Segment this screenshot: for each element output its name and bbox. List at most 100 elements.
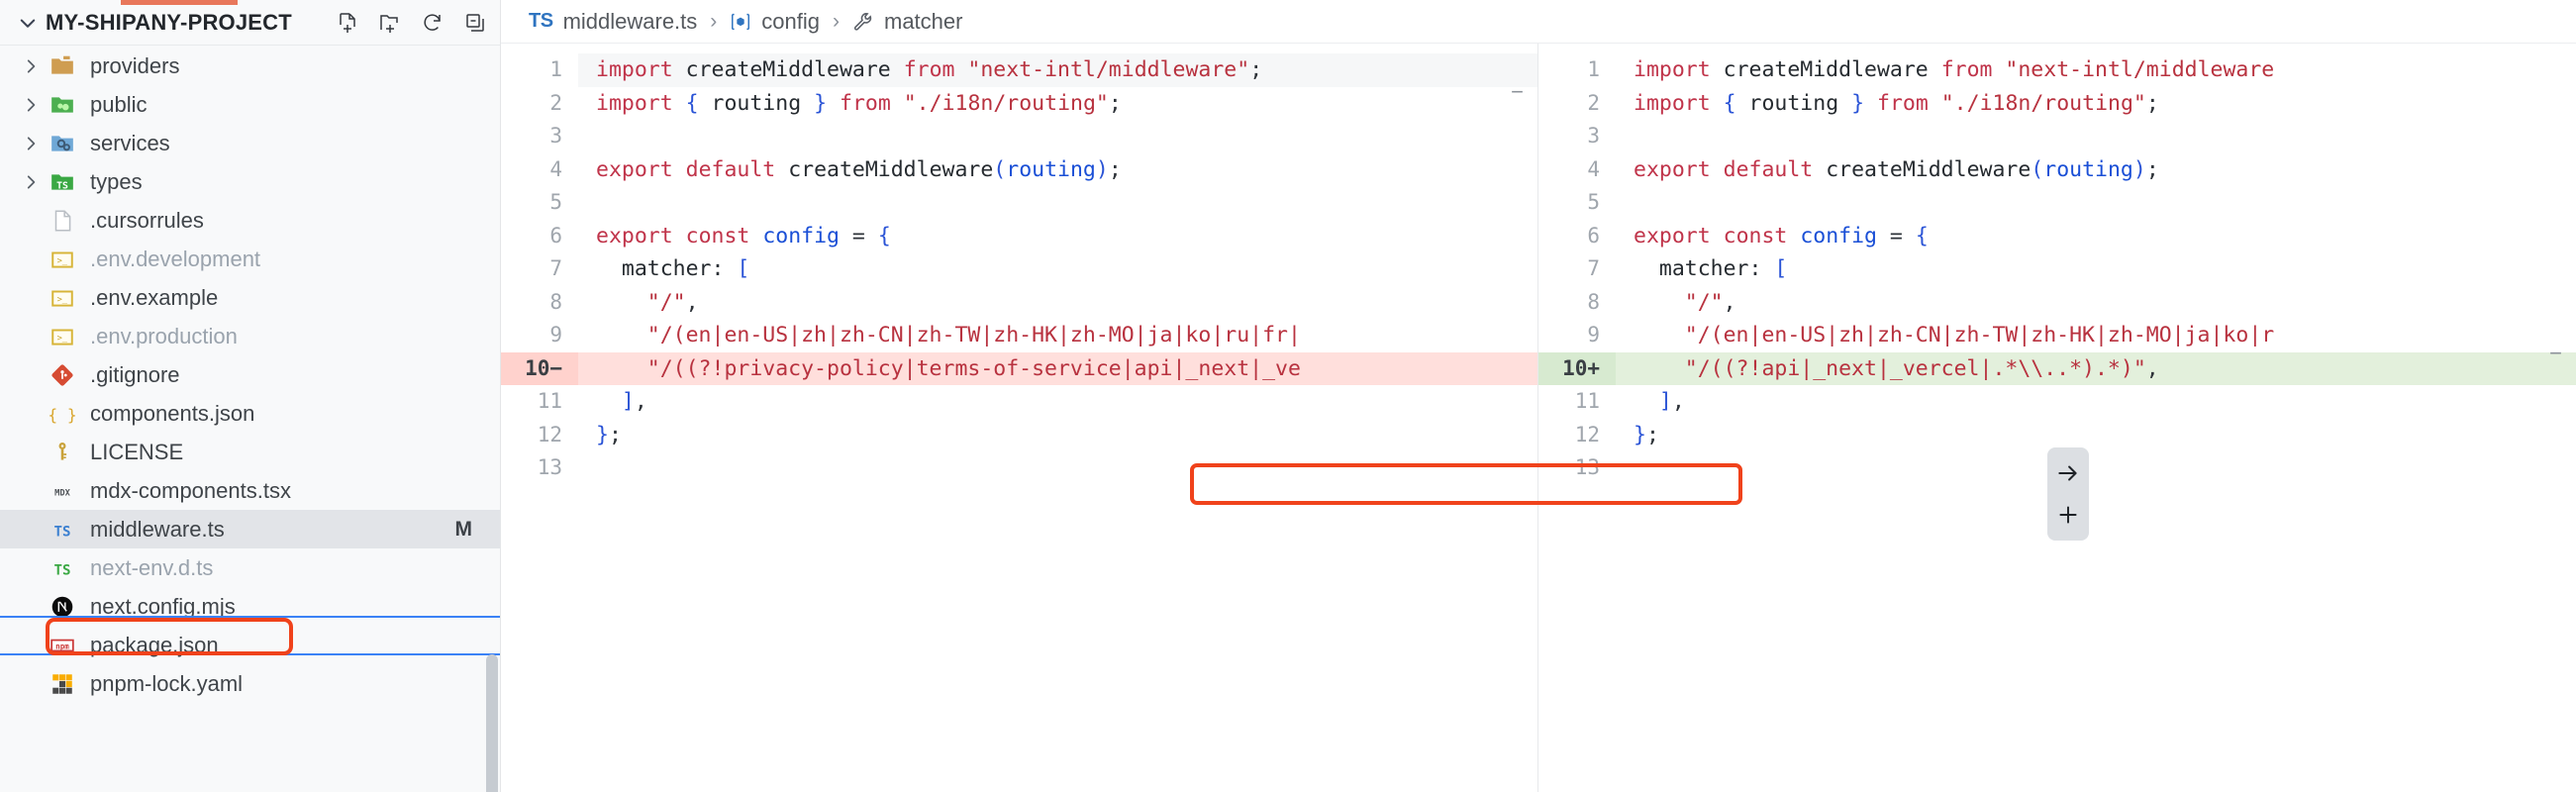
- tree-item-mdx-components-tsx[interactable]: MDX mdx-components.tsx: [0, 471, 500, 510]
- line-number: 12: [537, 422, 562, 446]
- line-number: 7: [1587, 256, 1600, 280]
- chevron-right-icon[interactable]: [18, 131, 44, 156]
- line-number: 12: [1574, 422, 1600, 446]
- file-tree[interactable]: providers public services TS types .cursorrul…: [0, 46, 500, 792]
- svg-text:TS: TS: [56, 180, 68, 191]
- fold-marker-right[interactable]: −: [2549, 341, 2562, 366]
- chevron-down-icon[interactable]: [14, 9, 42, 37]
- code-line[interactable]: 7 matcher: [: [1538, 252, 2576, 286]
- code-line[interactable]: 8 "/",: [1538, 286, 2576, 320]
- tree-item-label: middleware.ts: [90, 516, 225, 542]
- new-file-icon[interactable]: [333, 8, 362, 38]
- breadcrumb-item-matcher[interactable]: matcher: [852, 9, 962, 35]
- vscode-window: MY-SHIPANY-PROJECT providers public servic…: [0, 0, 2576, 792]
- line-number: 10+: [1538, 351, 1616, 385]
- chevron-right-icon[interactable]: [18, 169, 44, 195]
- code-line[interactable]: 11 ],: [1538, 385, 2576, 419]
- diff-change-actions: [2047, 447, 2089, 541]
- tree-item-label: .env.example: [90, 284, 219, 310]
- breadcrumb-item-config[interactable]: config: [730, 9, 820, 35]
- npm-icon: npm: [48, 631, 77, 660]
- code-line[interactable]: 9 "/(en|en-US|zh|zh-CN|zh-TW|zh-HK|zh-MO…: [1538, 319, 2576, 352]
- tree-item-label: public: [90, 91, 148, 117]
- code-line[interactable]: 2 import { routing } from "./i18n/routing…: [1538, 87, 2576, 121]
- tree-item-next-env-d-ts[interactable]: TS next-env.d.ts: [0, 548, 500, 587]
- tree-item-middleware-ts[interactable]: TS middleware.ts M: [0, 510, 500, 548]
- code-line[interactable]: 2 import { routing } from "./i18n/routing…: [501, 87, 1537, 121]
- tree-item-pnpm-lock-yaml[interactable]: pnpm-lock.yaml: [0, 664, 500, 703]
- chevron-right-icon[interactable]: [18, 53, 44, 79]
- code-line[interactable]: 3: [501, 120, 1537, 153]
- accent-bar: [121, 0, 238, 5]
- folder-services-icon: [48, 129, 77, 158]
- collapse-all-icon[interactable]: [460, 8, 490, 38]
- code-line[interactable]: 1 import createMiddleware from "next-intl…: [501, 53, 1537, 87]
- code-text: export default createMiddleware(routing)…: [1634, 156, 2159, 182]
- tree-item-env-development[interactable]: >_ .env.development: [0, 240, 500, 278]
- diff-pane-modified[interactable]: 1 import createMiddleware from "next-intl…: [1538, 44, 2576, 792]
- accept-change-arrow-icon[interactable]: [2049, 454, 2087, 492]
- breadcrumb-item-file[interactable]: TS middleware.ts: [529, 9, 697, 35]
- code-line[interactable]: 6 export const config = {: [1538, 220, 2576, 253]
- diff-pane-original[interactable]: 1 import createMiddleware from "next-intl…: [501, 44, 1538, 792]
- tree-item-public[interactable]: public: [0, 85, 500, 124]
- code-text: "/((?!privacy-policy|terms-of-service|ap…: [646, 355, 1301, 381]
- code-line[interactable]: 5: [501, 186, 1537, 220]
- env-icon: >_: [48, 283, 77, 313]
- tree-item-next-config-mjs[interactable]: next.config.mjs: [0, 587, 500, 626]
- code-line[interactable]: 1 import createMiddleware from "next-intl…: [1538, 53, 2576, 87]
- line-number: 5: [549, 190, 562, 214]
- env-icon: >_: [48, 322, 77, 351]
- code-text: export default createMiddleware(routing)…: [596, 156, 1122, 182]
- line-number: 6: [1587, 223, 1600, 248]
- new-folder-icon[interactable]: [375, 8, 405, 38]
- folder-public-icon: [48, 90, 77, 120]
- typescript-icon: TS: [48, 515, 77, 544]
- code-line[interactable]: 10− "/((?!privacy-policy|terms-of-servic…: [501, 351, 1537, 385]
- tree-item-label: types: [90, 168, 143, 194]
- code-line[interactable]: 6 export const config = {: [501, 220, 1537, 253]
- code-line[interactable]: 4 export default createMiddleware(routing…: [501, 153, 1537, 187]
- line-number: 13: [1574, 455, 1600, 479]
- line-number: 11: [1574, 389, 1600, 413]
- code-line[interactable]: 10+ "/((?!api|_next|_vercel|.*\\..*).*)"…: [1538, 351, 2576, 385]
- code-text: "/",: [1684, 289, 1736, 315]
- code-line[interactable]: 11 ],: [501, 385, 1537, 419]
- tree-item-package-json[interactable]: npm package.json: [0, 626, 500, 664]
- code-line[interactable]: 5: [1538, 186, 2576, 220]
- explorer-actions: [333, 8, 490, 38]
- wrench-property-icon: [852, 11, 874, 33]
- code-line[interactable]: 13: [501, 451, 1537, 485]
- code-line[interactable]: 4 export default createMiddleware(routing…: [1538, 153, 2576, 187]
- code-line[interactable]: 3: [1538, 120, 2576, 153]
- code-line[interactable]: 9 "/(en|en-US|zh|zh-CN|zh-TW|zh-HK|zh-MO…: [501, 319, 1537, 352]
- code-line[interactable]: 7 matcher: [: [501, 252, 1537, 286]
- tree-item-gitignore[interactable]: .gitignore: [0, 355, 500, 394]
- line-number: 6: [549, 223, 562, 248]
- tree-item-components-json[interactable]: { } components.json: [0, 394, 500, 433]
- tree-item-label: mdx-components.tsx: [90, 477, 291, 503]
- refresh-icon[interactable]: [418, 8, 447, 38]
- tree-item-env-example[interactable]: >_ .env.example: [0, 278, 500, 317]
- tree-item-providers[interactable]: providers: [0, 47, 500, 85]
- folder-tan-icon: [48, 51, 77, 81]
- tree-item-license[interactable]: LICENSE: [0, 433, 500, 471]
- code-line[interactable]: 12};: [501, 419, 1537, 452]
- tree-item-env-production[interactable]: >_ .env.production: [0, 317, 500, 355]
- fold-marker-left[interactable]: −: [1511, 79, 1524, 105]
- code-text: import { routing } from "./i18n/routing"…: [1634, 90, 2159, 116]
- tree-item-types[interactable]: TS types: [0, 162, 500, 201]
- code-line[interactable]: 12};: [1538, 419, 2576, 452]
- add-change-plus-icon[interactable]: [2049, 496, 2087, 534]
- tree-item-label: LICENSE: [90, 439, 184, 464]
- tree-item-cursorrules[interactable]: .cursorrules: [0, 201, 500, 240]
- sidebar-scrollbar[interactable]: [486, 654, 498, 792]
- chevron-right-icon[interactable]: [18, 92, 44, 118]
- tree-item-services[interactable]: services: [0, 124, 500, 162]
- line-number: 3: [1587, 124, 1600, 148]
- cube-symbol-icon: [730, 11, 751, 33]
- svg-text:>_: >_: [57, 294, 68, 304]
- code-text: "/(en|en-US|zh|zh-CN|zh-TW|zh-HK|zh-MO|j…: [646, 323, 1301, 347]
- tree-item-label: .cursorrules: [90, 207, 204, 233]
- code-line[interactable]: 8 "/",: [501, 286, 1537, 320]
